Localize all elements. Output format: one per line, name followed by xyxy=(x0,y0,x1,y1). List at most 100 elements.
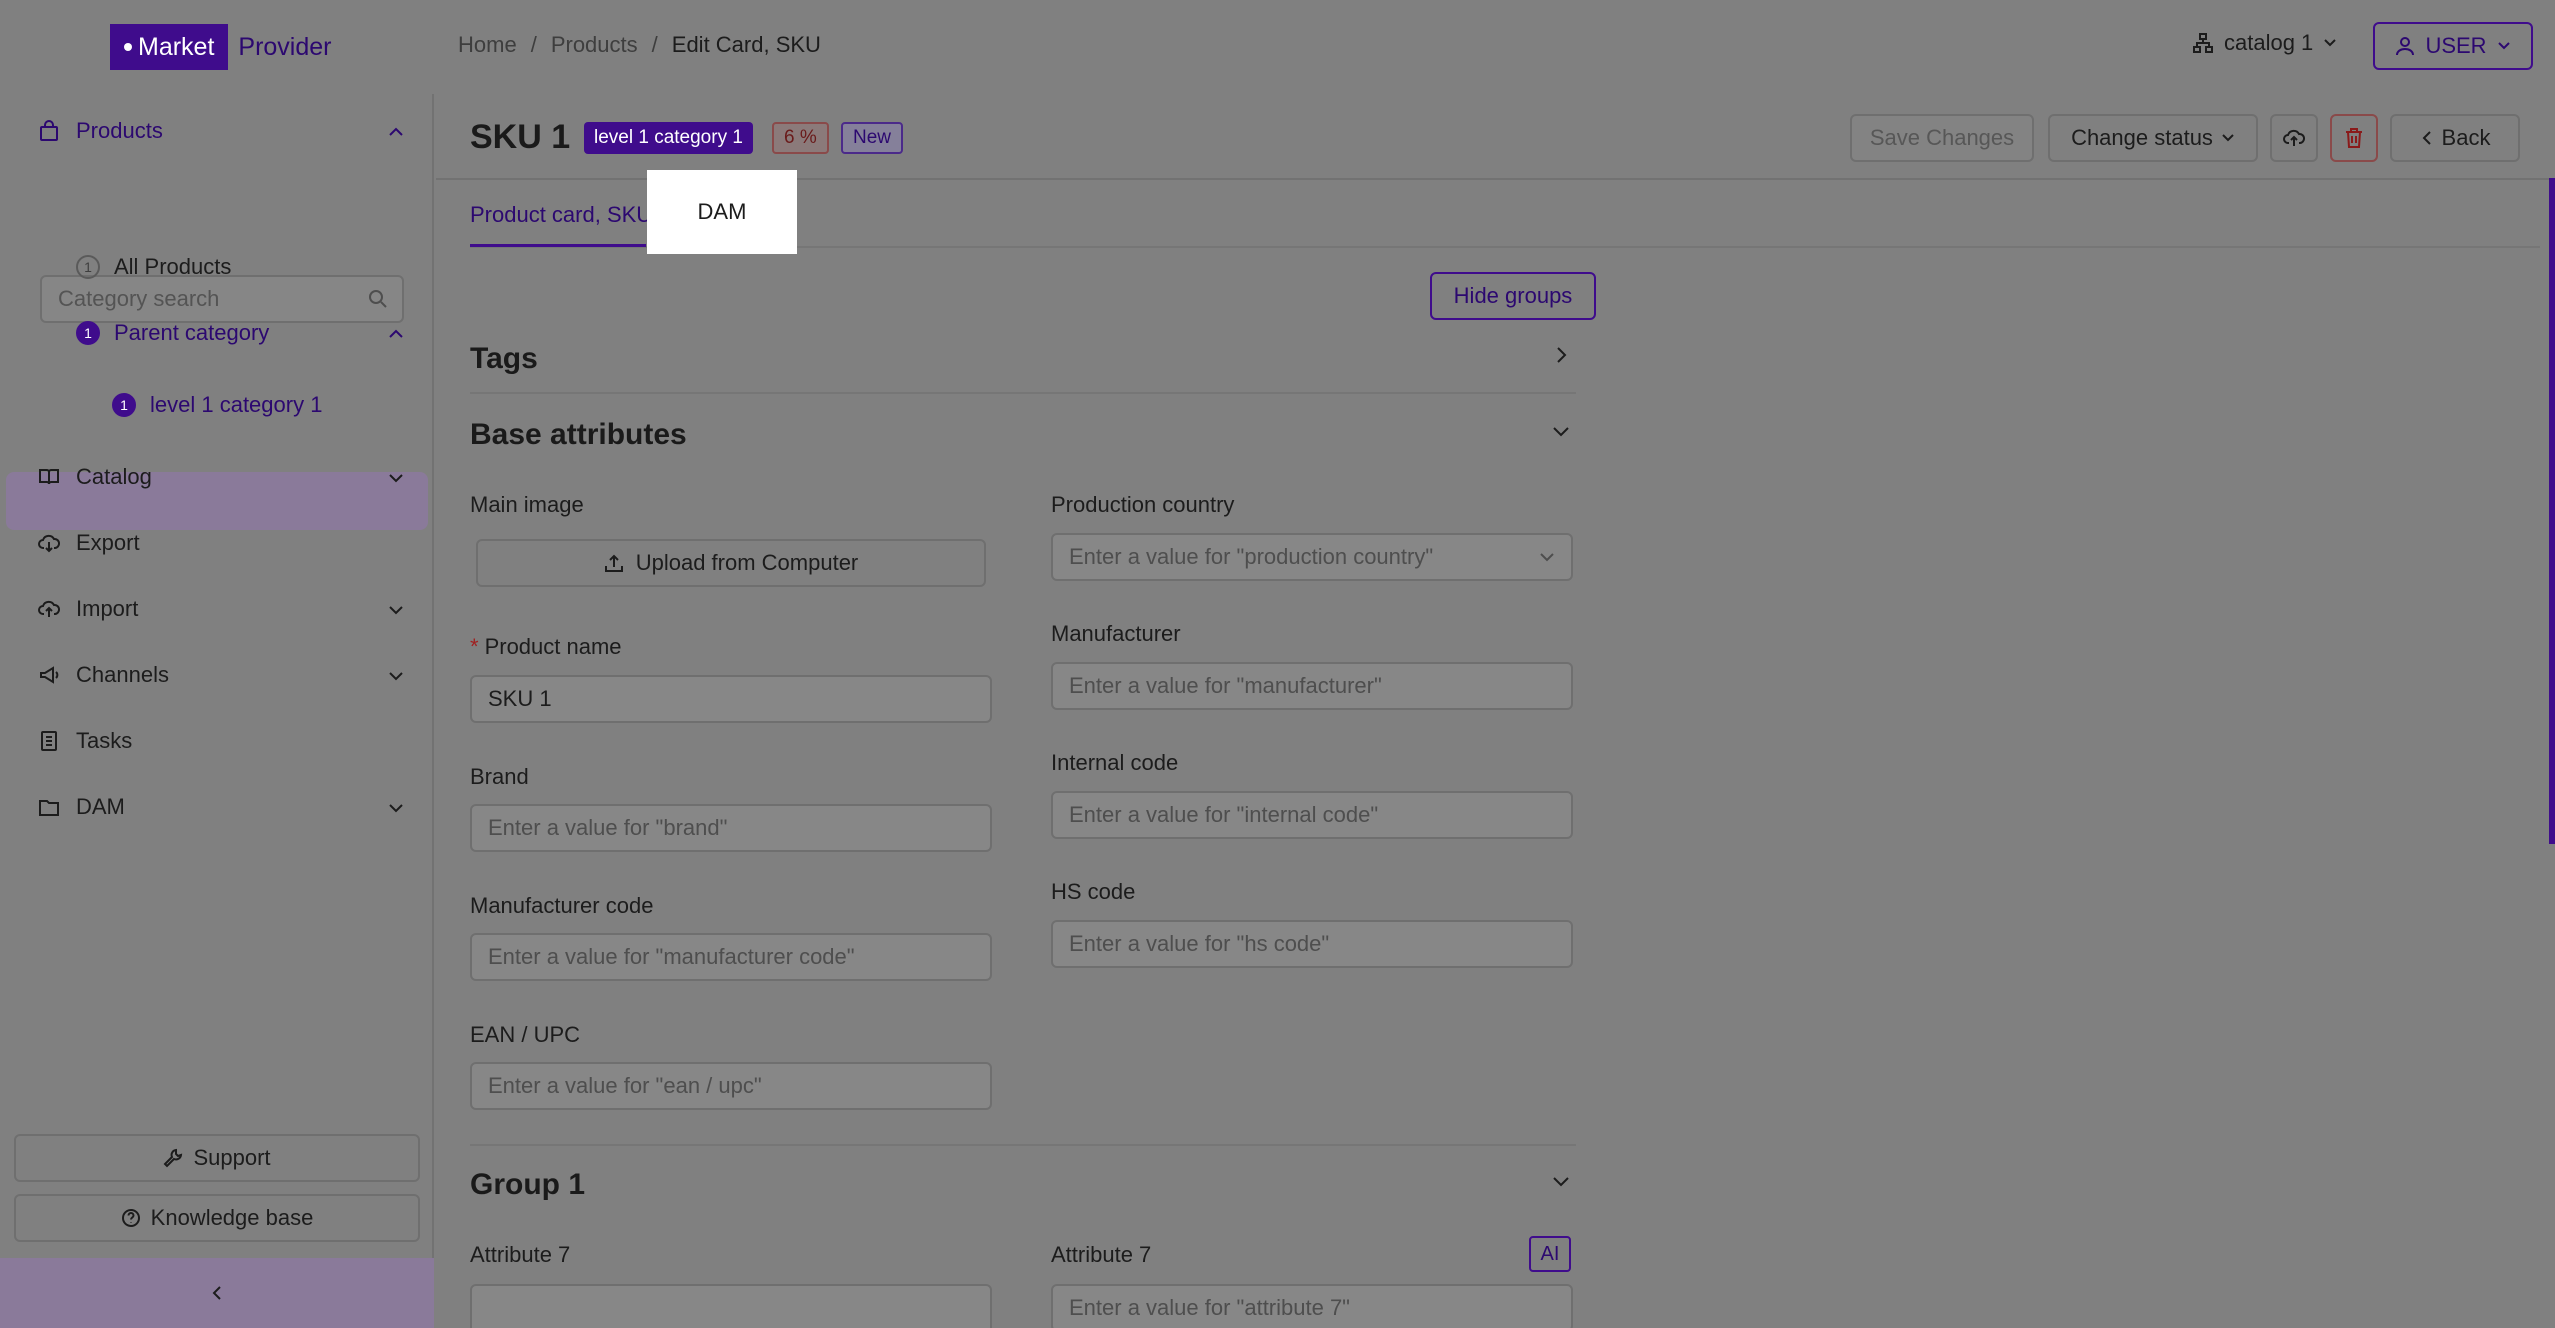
section-base-attributes-title[interactable]: Base attributes xyxy=(470,418,687,452)
sidebar-item-all-products[interactable]: 1 All Products xyxy=(76,254,231,280)
active-tab-indicator xyxy=(470,244,646,247)
clipboard-icon xyxy=(36,728,62,754)
hierarchy-icon xyxy=(2193,33,2213,53)
upload-icon xyxy=(604,554,623,572)
production-country-select[interactable]: Enter a value for "production country" xyxy=(1051,533,1573,581)
sidebar-item-label: DAM xyxy=(76,794,125,819)
sidebar-item-label: Products xyxy=(76,118,163,143)
sidebar-item-export[interactable]: Export xyxy=(36,530,140,556)
bag-icon xyxy=(36,118,62,144)
count-badge: 1 xyxy=(76,321,100,345)
status-badge: New xyxy=(841,122,904,154)
hide-groups-button[interactable]: Hide groups xyxy=(1430,272,1596,320)
app-logo[interactable]: Market Provider xyxy=(110,24,332,70)
back-button[interactable]: Back xyxy=(2390,114,2520,162)
sidebar-item-products[interactable]: Products xyxy=(36,118,403,144)
chevron-down-icon[interactable] xyxy=(1550,1170,1572,1192)
sidebar-item-import[interactable]: Import xyxy=(36,596,403,622)
breadcrumb: Home / Products / Edit Card, SKU xyxy=(458,32,821,58)
sidebar-item-label: Export xyxy=(76,530,140,555)
knowledge-base-label: Knowledge base xyxy=(150,1205,314,1230)
catalog-selector[interactable]: catalog 1 xyxy=(2192,30,2337,56)
attribute7-left-label: Attribute 7 xyxy=(470,1242,571,1267)
chevron-down-icon xyxy=(2222,134,2234,142)
tab-dam[interactable]: DAM xyxy=(647,170,797,254)
sidebar-item-tasks[interactable]: Tasks xyxy=(36,728,132,754)
breadcrumb-home[interactable]: Home xyxy=(458,32,517,58)
change-status-label: Change status xyxy=(2071,125,2213,150)
cloud-download-icon xyxy=(36,530,62,556)
manufacturer-label: Manufacturer xyxy=(1051,621,1181,646)
chevron-left-icon xyxy=(2422,131,2431,145)
upload-label: Upload from Computer xyxy=(635,550,859,575)
chevron-down-icon[interactable] xyxy=(386,468,406,488)
product-name-label-text: Product name xyxy=(484,634,622,659)
internal-code-label: Internal code xyxy=(1051,750,1179,775)
sidebar-item-label: level 1 category 1 xyxy=(150,392,323,417)
logo-provider-text: Provider xyxy=(238,32,332,61)
manufacturer-code-label: Manufacturer code xyxy=(470,893,654,918)
sidebar-item-dam[interactable]: DAM xyxy=(36,794,403,820)
sidebar-item-parent-category[interactable]: 1 Parent category xyxy=(76,320,403,346)
section-divider xyxy=(470,1144,1576,1146)
back-label: Back xyxy=(2441,125,2491,150)
product-name-label: * Product name xyxy=(470,634,622,660)
breadcrumb-products[interactable]: Products xyxy=(551,32,638,58)
logo-market: Market xyxy=(110,24,229,70)
attribute7-right-label: Attribute 7 xyxy=(1051,1242,1152,1267)
collapse-sidebar-button[interactable] xyxy=(0,1258,434,1328)
ean-upc-input[interactable]: Enter a value for "ean / upc" xyxy=(470,1062,992,1110)
chevron-down-icon[interactable] xyxy=(386,600,406,620)
hs-code-input[interactable]: Enter a value for "hs code" xyxy=(1051,920,1573,968)
sidebar-item-label: Catalog xyxy=(76,464,152,489)
chevron-up-icon[interactable] xyxy=(386,122,406,142)
upload-from-computer-button[interactable]: Upload from Computer xyxy=(476,539,986,587)
required-marker: * xyxy=(470,634,479,659)
chevron-up-icon[interactable] xyxy=(386,324,406,344)
top-bar: Market Provider Home / Products / Edit C… xyxy=(0,0,2555,94)
sidebar-item-level1-category[interactable]: 1 level 1 category 1 xyxy=(112,392,322,418)
save-changes-button[interactable]: Save Changes xyxy=(1850,114,2034,162)
cloud-upload-icon xyxy=(2283,129,2305,146)
change-status-button[interactable]: Change status xyxy=(2048,114,2258,162)
knowledge-base-button[interactable]: Knowledge base xyxy=(14,1194,420,1242)
folder-icon xyxy=(36,794,62,820)
chevron-right-icon[interactable] xyxy=(1550,344,1572,366)
brand-input[interactable]: Enter a value for "brand" xyxy=(470,804,992,852)
sidebar: Products Category search 1 All Products … xyxy=(0,94,434,1328)
attribute7-image-field[interactable] xyxy=(470,1284,992,1328)
manufacturer-input[interactable]: Enter a value for "manufacturer" xyxy=(1051,662,1573,710)
product-name-input[interactable]: SKU 1 xyxy=(470,675,992,723)
delete-button[interactable] xyxy=(2330,114,2378,162)
logo-market-text: Market xyxy=(138,32,215,61)
sidebar-item-label: Channels xyxy=(76,662,169,687)
sidebar-item-channels[interactable]: Channels xyxy=(36,662,403,688)
manufacturer-code-input[interactable]: Enter a value for "manufacturer code" xyxy=(470,933,992,981)
sidebar-item-label: All Products xyxy=(114,254,232,279)
production-country-placeholder: Enter a value for "production country" xyxy=(1069,544,1434,569)
chevron-down-icon[interactable] xyxy=(386,798,406,818)
scrollbar[interactable] xyxy=(2549,178,2555,844)
tab-product-card[interactable]: Product card, SKU xyxy=(470,202,652,228)
category-search-input[interactable]: Category search xyxy=(40,275,404,323)
user-menu-label: USER xyxy=(2425,33,2487,58)
user-menu-button[interactable]: USER xyxy=(2373,22,2533,70)
wrench-icon xyxy=(164,1148,183,1168)
breadcrumb-separator: / xyxy=(530,32,537,57)
sidebar-item-catalog[interactable]: Catalog xyxy=(36,464,403,490)
page-title: SKU 1 xyxy=(470,118,571,156)
upload-cloud-button[interactable] xyxy=(2270,114,2318,162)
sidebar-item-label: Tasks xyxy=(76,728,133,753)
section-tags-title[interactable]: Tags xyxy=(470,342,538,376)
megaphone-icon xyxy=(36,662,62,688)
support-button[interactable]: Support xyxy=(14,1134,420,1182)
production-country-label: Production country xyxy=(1051,492,1235,517)
chevron-down-icon[interactable] xyxy=(1550,420,1572,442)
ai-button[interactable]: AI xyxy=(1529,1236,1571,1272)
chevron-down-icon[interactable] xyxy=(386,666,406,686)
internal-code-input[interactable]: Enter a value for "internal code" xyxy=(1051,791,1573,839)
section-group1-title[interactable]: Group 1 xyxy=(470,1168,585,1202)
attribute7-input[interactable]: Enter a value for "attribute 7" xyxy=(1051,1284,1573,1328)
hs-code-label: HS code xyxy=(1051,879,1136,904)
main-content: SKU 1 level 1 category 1 6 % New Save Ch… xyxy=(436,94,2555,1328)
